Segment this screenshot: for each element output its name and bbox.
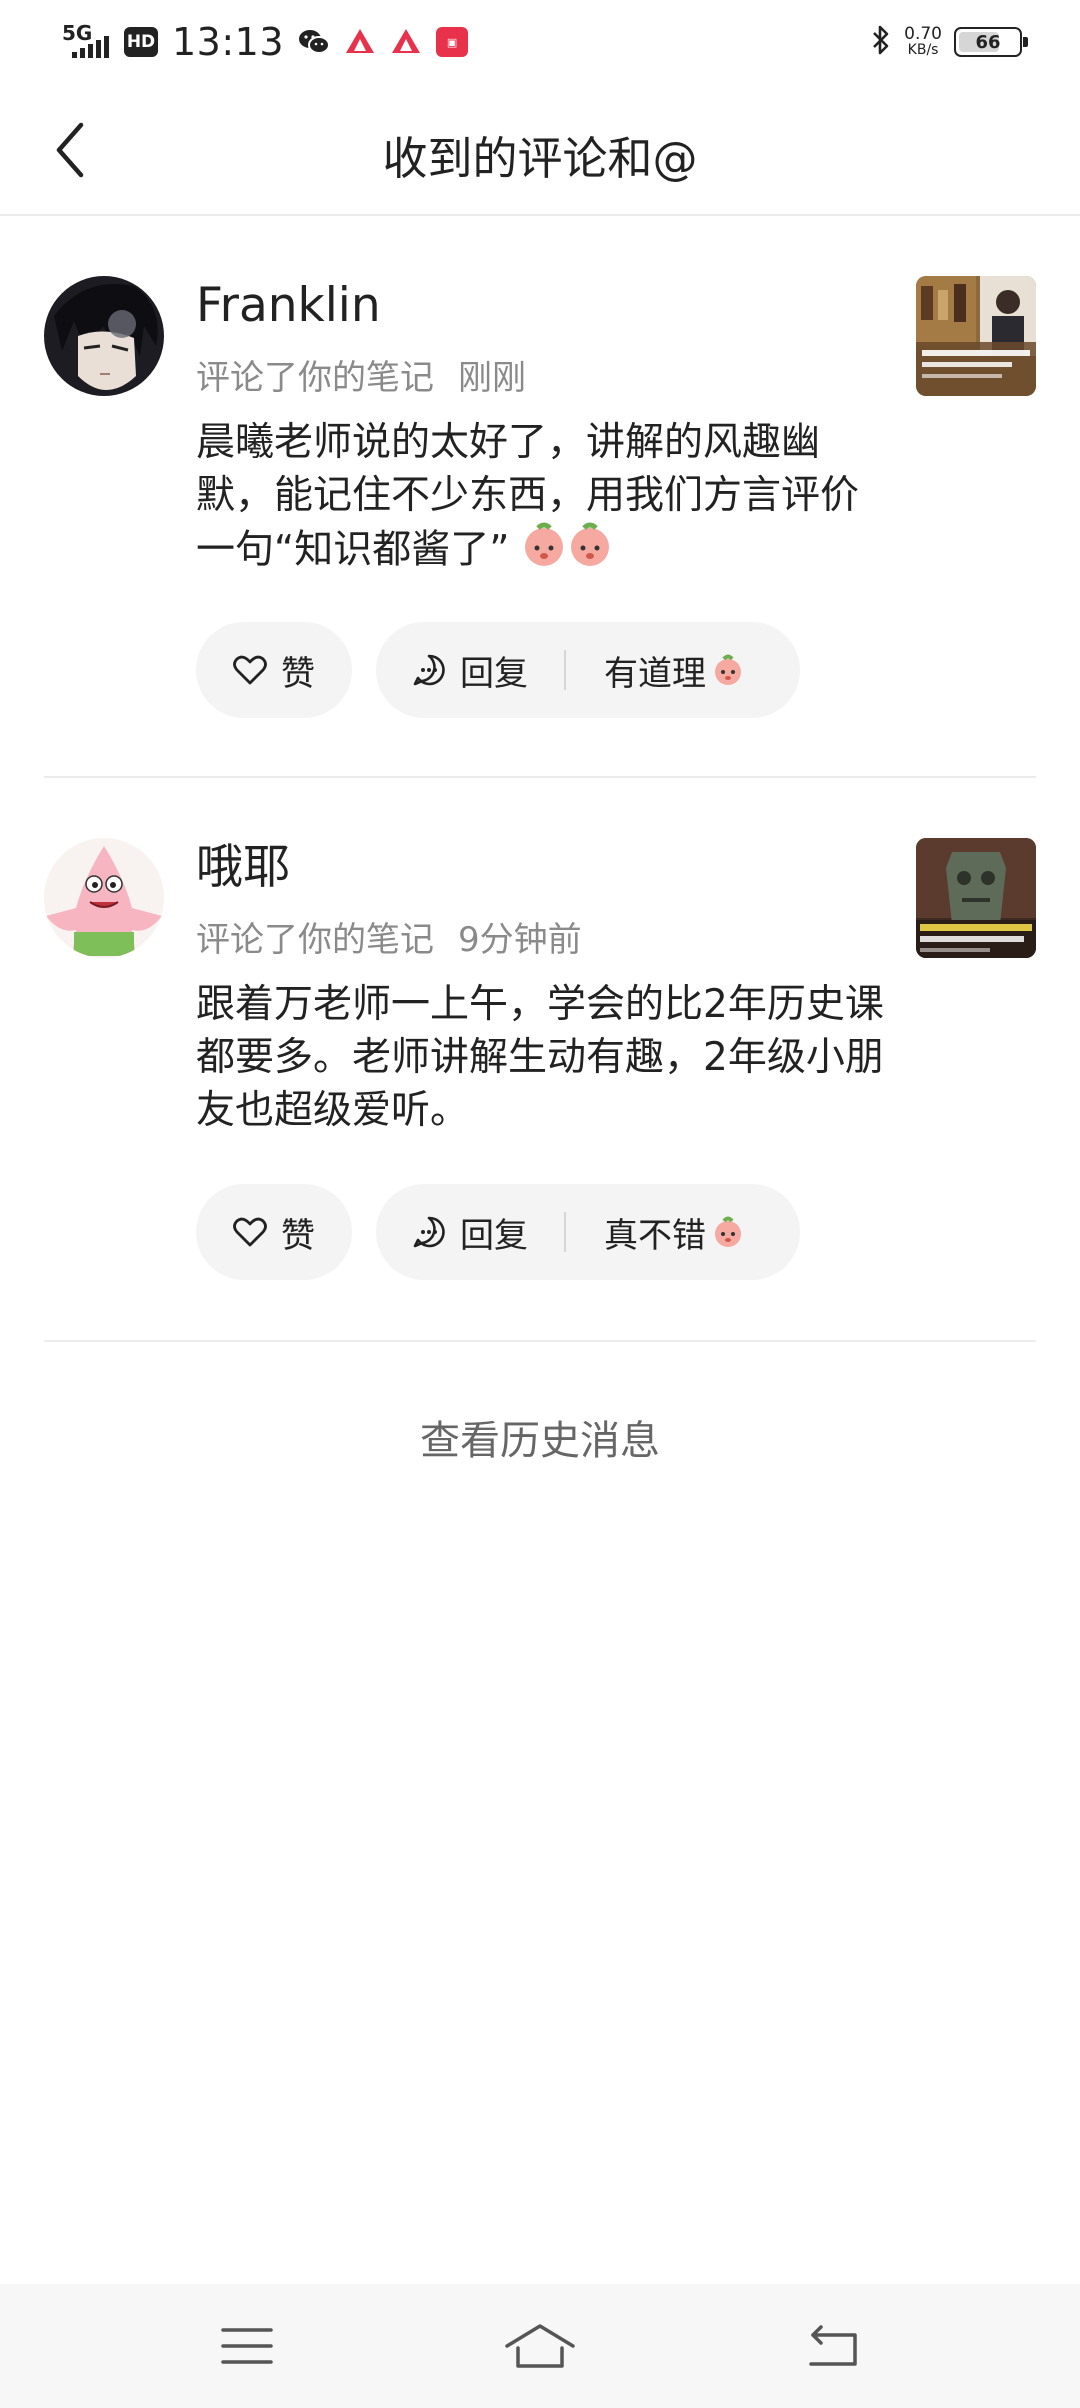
peach-emoji-icon — [715, 1216, 741, 1247]
peach-emoji-icon — [522, 522, 614, 582]
signal-icon: 5G — [60, 22, 110, 62]
reply-button[interactable]: 回复 — [412, 1208, 528, 1257]
app-icon — [344, 26, 376, 58]
like-button[interactable]: 赞 — [196, 622, 352, 718]
home-icon — [505, 2324, 575, 2368]
comment-bubble-icon — [413, 1216, 445, 1248]
menu-button[interactable] — [202, 2306, 292, 2386]
reply-pill: 回复 真不错 — [376, 1184, 800, 1280]
divider — [44, 776, 1036, 778]
like-button[interactable]: 赞 — [196, 1184, 352, 1280]
clock: 13:13 — [172, 20, 285, 64]
comment-meta: 评论了你的笔记 9分钟前 — [196, 920, 896, 960]
home-button[interactable] — [495, 2306, 585, 2386]
reply-label: 回复 — [460, 1215, 528, 1256]
heart-icon — [233, 655, 267, 685]
status-bar: 5G HD 13:13 ▣ 0.70 KB/s 66 — [0, 0, 1080, 84]
comment-meta: 评论了你的笔记 刚刚 — [196, 358, 896, 398]
comment-action: 评论了你的笔记 — [196, 358, 434, 398]
hd-badge: HD — [124, 27, 158, 57]
divider — [44, 1340, 1036, 1342]
screen: 5G HD 13:13 ▣ 0.70 KB/s 66 收到的评论和@ Frank… — [0, 0, 1080, 2408]
note-thumbnail[interactable] — [916, 276, 1036, 396]
avatar[interactable] — [44, 276, 164, 396]
quick-reply-label: 有道理 — [604, 653, 706, 694]
reply-separator — [564, 1212, 566, 1252]
menu-icon — [220, 2328, 273, 2364]
speed-value: 0.70 — [904, 24, 942, 44]
like-label: 赞 — [281, 1215, 315, 1256]
heart-icon — [233, 1217, 267, 1247]
battery-icon: 66 — [954, 27, 1028, 57]
user-name[interactable]: 哦耶 — [196, 838, 896, 898]
reply-label: 回复 — [460, 653, 528, 694]
quick-reply-button[interactable]: 真不错 — [604, 1208, 744, 1257]
app-icon: ▣ — [436, 26, 469, 58]
battery-level: 66 — [975, 31, 1001, 53]
reply-button[interactable]: 回复 — [412, 646, 528, 695]
peach-emoji-icon — [715, 654, 741, 685]
comment-actions: 赞 回复 有道理 — [196, 622, 800, 718]
comment-actions: 赞 回复 真不错 — [196, 1184, 800, 1280]
back-icon — [809, 2325, 858, 2366]
comment-item[interactable]: 哦耶 评论了你的笔记 9分钟前 跟着万老师一上午，学会的比2年历史课都要多。老师讲… — [44, 838, 1036, 1280]
app-icon — [390, 26, 422, 58]
status-left: 5G HD 13:13 ▣ — [60, 20, 469, 64]
view-history-button[interactable]: 查看历史消息 — [0, 1408, 1080, 1466]
like-label: 赞 — [281, 653, 315, 694]
comment-body: 哦耶 评论了你的笔记 9分钟前 跟着万老师一上午，学会的比2年历史课都要多。老师讲… — [196, 838, 896, 1137]
reply-pill: 回复 有道理 — [376, 622, 800, 718]
header: 收到的评论和@ — [0, 84, 1080, 216]
reply-separator — [564, 650, 566, 690]
page-title: 收到的评论和@ — [382, 132, 698, 185]
back-nav-button[interactable] — [788, 2306, 878, 2386]
quick-reply-label: 真不错 — [604, 1215, 706, 1256]
network-speed: 0.70 KB/s — [904, 24, 942, 59]
comment-time: 刚刚 — [458, 358, 526, 398]
comment-bubble-icon — [413, 654, 445, 686]
comment-body: Franklin 评论了你的笔记 刚刚 晨曦老师说的太好了，讲解的风趣幽默，能记住… — [196, 276, 896, 582]
status-right: 0.70 KB/s 66 — [870, 24, 1028, 60]
wechat-icon — [298, 26, 331, 58]
comment-time: 9分钟前 — [458, 920, 582, 960]
quick-reply-button[interactable]: 有道理 — [604, 646, 744, 695]
note-thumbnail[interactable] — [916, 838, 1036, 958]
speed-unit: KB/s — [907, 42, 939, 58]
comment-action: 评论了你的笔记 — [196, 920, 434, 960]
comment-text[interactable]: 晨曦老师说的太好了，讲解的风趣幽默，能记住不少东西，用我们方言评价一句“知识都酱… — [196, 416, 896, 582]
avatar[interactable] — [44, 838, 164, 958]
system-nav-bar — [0, 2284, 1080, 2408]
bluetooth-icon — [870, 24, 892, 60]
comment-text[interactable]: 跟着万老师一上午，学会的比2年历史课都要多。老师讲解生动有趣，2年级小朋友也超级… — [196, 978, 896, 1137]
comment-item[interactable]: Franklin 评论了你的笔记 刚刚 晨曦老师说的太好了，讲解的风趣幽默，能记住… — [44, 276, 1036, 718]
user-name[interactable]: Franklin — [196, 276, 896, 336]
